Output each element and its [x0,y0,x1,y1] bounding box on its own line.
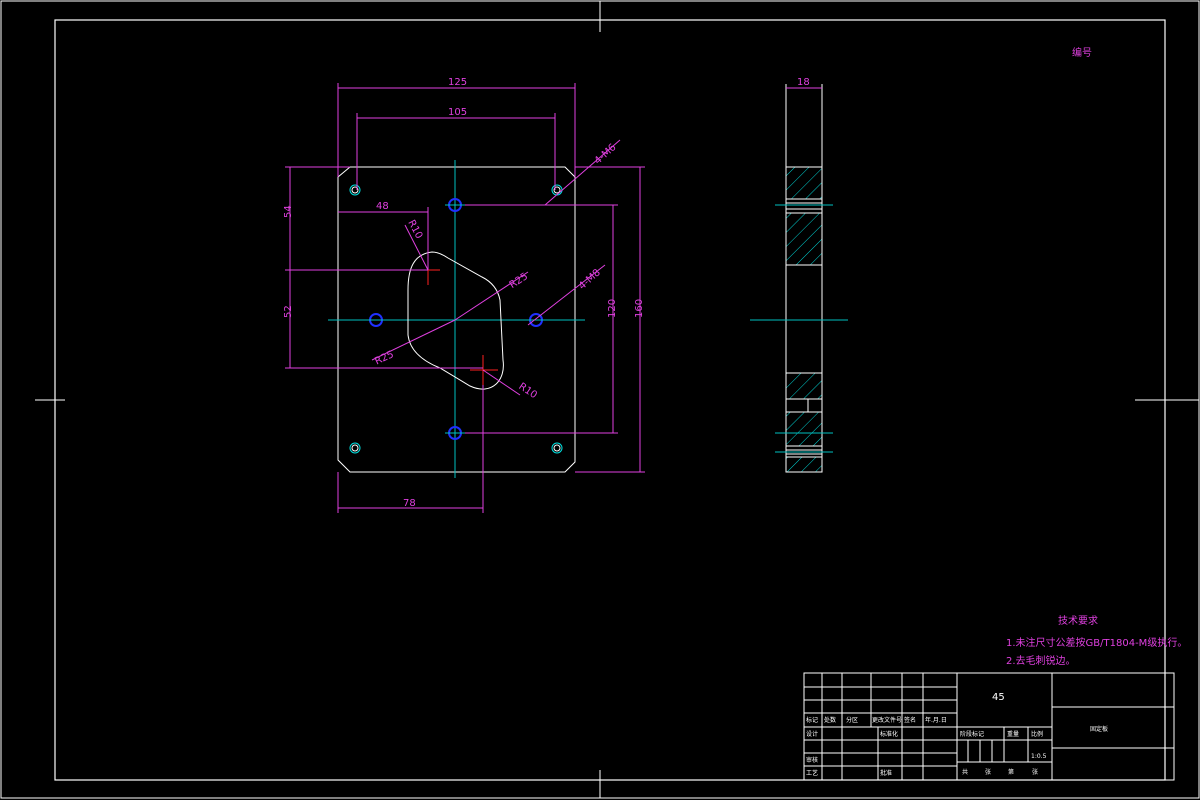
title-block [803,672,1175,781]
hatch-section-2 [785,212,823,266]
dim-height-120: 120 [607,299,618,318]
tb-date: 年.月.日 [925,716,947,724]
tech-title: 技术要求 [1058,614,1098,627]
dim-holes-m6: 4-M6 [593,142,619,167]
hatch-section-1 [785,166,823,200]
tb-count: 处数 [824,716,836,724]
hatch-section-5 [785,456,823,473]
tb-zone: 分区 [846,716,858,724]
dim-offset-48: 48 [376,201,389,212]
tb-sheet: 张 [985,768,991,776]
dimension-lines [285,83,645,513]
tech-item-2: 2.去毛刺锐边。 [1006,654,1076,667]
dim-offset-78: 78 [403,498,416,509]
dim-thickness: 18 [797,77,810,88]
tb-page-unit: 张 [1032,768,1038,776]
dim-radius-r10-top: R10 [405,218,424,241]
tb-change-doc: 更改文件号 [872,716,902,724]
dim-radius-r25-right: R25 [508,271,531,291]
hatch-section-3 [785,372,823,400]
dim-height-54: 54 [283,205,294,218]
tb-review: 审核 [806,756,818,764]
tb-page: 第 [1008,768,1014,776]
tech-requirements: 技术要求 1.未注尺寸公差按GB/T1804-M级执行。 2.去毛刺锐边。 [1006,614,1187,667]
tb-part-name: 固定板 [1090,725,1108,733]
tb-design: 设计 [806,730,818,738]
red-markers [416,258,498,385]
cad-drawing: 编号 125 105 4-M6 48 R10 R25 R25 4-M8 R10 … [0,0,1200,799]
corner-mark: 编号 [1072,46,1092,59]
hatch-section-4 [785,411,823,447]
tb-stage: 阶段标记 [960,730,984,738]
tb-sign: 签名 [904,716,916,724]
dim-radius-r25-left: R25 [373,349,395,367]
tb-scale: 1:0.5 [1031,753,1047,760]
front-view: 125 105 4-M6 48 R10 R25 R25 4-M8 R10 54 … [283,77,645,513]
dim-width-inner: 105 [448,107,467,118]
cutout-contour [407,251,504,390]
tb-craft: 工艺 [806,769,818,777]
tb-standard: 标准化 [880,730,898,738]
dim-radius-r10-bottom: R10 [516,381,538,401]
tb-approve: 批准 [880,769,892,777]
dim-height-160: 160 [634,299,645,318]
dim-holes-m8: 4-M8 [577,267,603,292]
dim-width-outer: 125 [448,77,467,88]
tb-mark: 标记 [806,716,818,724]
tb-weight: 重量 [1007,730,1019,738]
tb-material: 45 [992,692,1005,703]
tech-item-1: 1.未注尺寸公差按GB/T1804-M级执行。 [1006,636,1187,649]
dim-height-52: 52 [283,305,294,318]
sheet-border [0,0,1200,799]
tb-scale-label: 比例 [1031,730,1043,738]
side-view: 18 [750,77,848,473]
tb-sheets: 共 [962,768,968,776]
